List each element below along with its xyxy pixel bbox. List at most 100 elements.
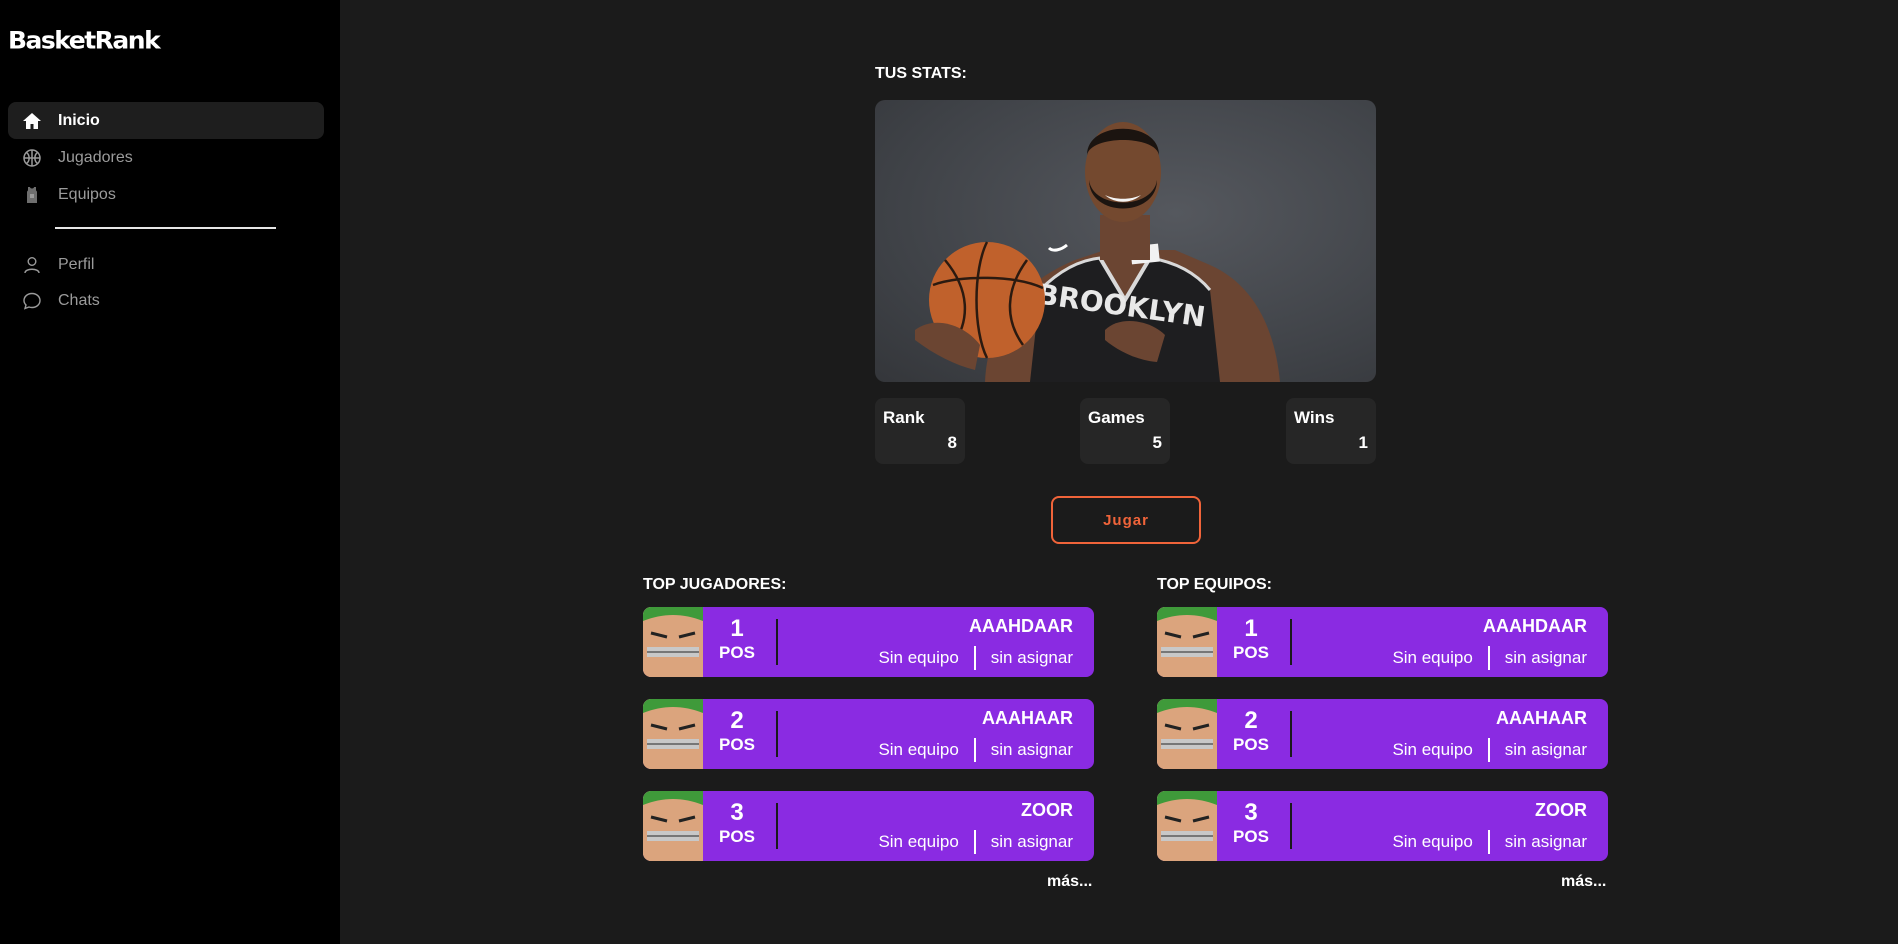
team-role: sin asignar (1504, 740, 1587, 759)
stat-value: 5 (1152, 433, 1162, 452)
player-card[interactable]: 2 POS AAAHAAR Sin equipo sin asignar (643, 699, 1094, 769)
player-photo: BROOKLYN (875, 100, 1376, 382)
secondary-nav: Perfil Chats (8, 247, 324, 319)
top-teams-list: 1 POS AAAHDAAR Sin equipo sin asignar 2 … (1157, 607, 1608, 883)
position: 1 POS (715, 615, 759, 663)
play-button[interactable]: Jugar (1051, 496, 1201, 544)
team-name: AAAHDAAR (1483, 616, 1587, 636)
sidebar: BasketRank Inicio Jugadores Equipos Perf… (0, 0, 340, 944)
player-team: Sin equipo (878, 832, 959, 851)
top-teams-title: TOP EQUIPOS: (1157, 576, 1272, 593)
stat-label: Games (1088, 408, 1145, 427)
team-name: ZOOR (1535, 800, 1587, 820)
top-teams-more-link[interactable]: más... (1561, 873, 1606, 891)
sidebar-item-perfil[interactable]: Perfil (8, 247, 324, 283)
avatar (1157, 699, 1217, 769)
app-logo[interactable]: BasketRank (8, 27, 161, 55)
position: 2 POS (715, 707, 759, 755)
avatar (1157, 607, 1217, 677)
separator (1290, 803, 1292, 849)
sidebar-item-label: Chats (58, 292, 100, 309)
player-role: sin asignar (990, 740, 1073, 759)
position-number: 1 (730, 615, 744, 642)
top-players-title: TOP JUGADORES: (643, 576, 787, 593)
team-team: Sin equipo (1392, 832, 1473, 851)
separator (1487, 646, 1490, 670)
player-team: Sin equipo (878, 648, 959, 667)
player-meta: Sin equipo sin asignar (878, 830, 1073, 854)
position-label: POS (719, 643, 755, 662)
stat-label: Rank (883, 408, 925, 427)
position-label: POS (719, 735, 755, 754)
team-meta: Sin equipo sin asignar (1392, 646, 1587, 670)
chat-icon (22, 291, 42, 311)
position-label: POS (1233, 735, 1269, 754)
team-team: Sin equipo (1392, 648, 1473, 667)
player-card[interactable]: 3 POS ZOOR Sin equipo sin asignar (643, 791, 1094, 861)
avatar (643, 699, 703, 769)
stat-value: 1 (1358, 433, 1368, 452)
stat-label: Wins (1294, 408, 1335, 427)
separator (973, 738, 976, 762)
avatar (643, 607, 703, 677)
team-role: sin asignar (1504, 648, 1587, 667)
position-label: POS (719, 827, 755, 846)
sidebar-item-label: Perfil (58, 256, 95, 273)
separator (776, 711, 778, 757)
basketball-icon (22, 148, 42, 168)
separator (1290, 711, 1292, 757)
team-role: sin asignar (1504, 832, 1587, 851)
stat-value: 8 (947, 433, 957, 452)
position-label: POS (1233, 643, 1269, 662)
stat-card-rank: Rank 8 (875, 398, 965, 464)
avatar (1157, 791, 1217, 861)
team-name: AAAHAAR (1496, 708, 1587, 728)
position: 3 POS (715, 799, 759, 847)
separator (973, 830, 976, 854)
top-players-more-link[interactable]: más... (1047, 873, 1092, 891)
player-name: AAAHDAAR (969, 616, 1073, 636)
home-icon (22, 111, 42, 131)
sidebar-item-label: Inicio (58, 111, 100, 129)
position: 1 POS (1229, 615, 1273, 663)
top-players-list: 1 POS AAAHDAAR Sin equipo sin asignar 2 … (643, 607, 1094, 883)
position-number: 2 (1244, 707, 1258, 734)
position-number: 1 (1244, 615, 1258, 642)
separator (1487, 830, 1490, 854)
player-meta: Sin equipo sin asignar (878, 646, 1073, 670)
team-card[interactable]: 3 POS ZOOR Sin equipo sin asignar (1157, 791, 1608, 861)
player-meta: Sin equipo sin asignar (878, 738, 1073, 762)
player-role: sin asignar (990, 648, 1073, 667)
jersey-icon (22, 185, 42, 205)
main-nav: Inicio Jugadores Equipos (8, 102, 324, 213)
stats-title: TUS STATS: (875, 65, 967, 82)
separator (776, 619, 778, 665)
position-number: 3 (730, 799, 744, 826)
position-number: 3 (1244, 799, 1258, 826)
sidebar-item-chats[interactable]: Chats (8, 283, 324, 319)
sidebar-item-equipos[interactable]: Equipos (8, 176, 324, 213)
position: 3 POS (1229, 799, 1273, 847)
player-card[interactable]: 1 POS AAAHDAAR Sin equipo sin asignar (643, 607, 1094, 677)
team-team: Sin equipo (1392, 740, 1473, 759)
avatar (643, 791, 703, 861)
position-label: POS (1233, 827, 1269, 846)
player-role: sin asignar (990, 832, 1073, 851)
sidebar-item-jugadores[interactable]: Jugadores (8, 139, 324, 176)
separator (776, 803, 778, 849)
stat-card-wins: Wins 1 (1286, 398, 1376, 464)
team-card[interactable]: 2 POS AAAHAAR Sin equipo sin asignar (1157, 699, 1608, 769)
player-name: ZOOR (1021, 800, 1073, 820)
team-card[interactable]: 1 POS AAAHDAAR Sin equipo sin asignar (1157, 607, 1608, 677)
player-name: AAAHAAR (982, 708, 1073, 728)
sidebar-item-label: Equipos (58, 185, 116, 203)
separator (1290, 619, 1292, 665)
stat-card-games: Games 5 (1080, 398, 1170, 464)
main-content: TUS STATS: BROOKLYN Rank 8 Games 5 Wins … (340, 0, 1898, 944)
user-icon (22, 255, 42, 275)
sidebar-item-inicio[interactable]: Inicio (8, 102, 324, 139)
separator (973, 646, 976, 670)
position: 2 POS (1229, 707, 1273, 755)
nav-divider (55, 227, 276, 229)
team-meta: Sin equipo sin asignar (1392, 830, 1587, 854)
